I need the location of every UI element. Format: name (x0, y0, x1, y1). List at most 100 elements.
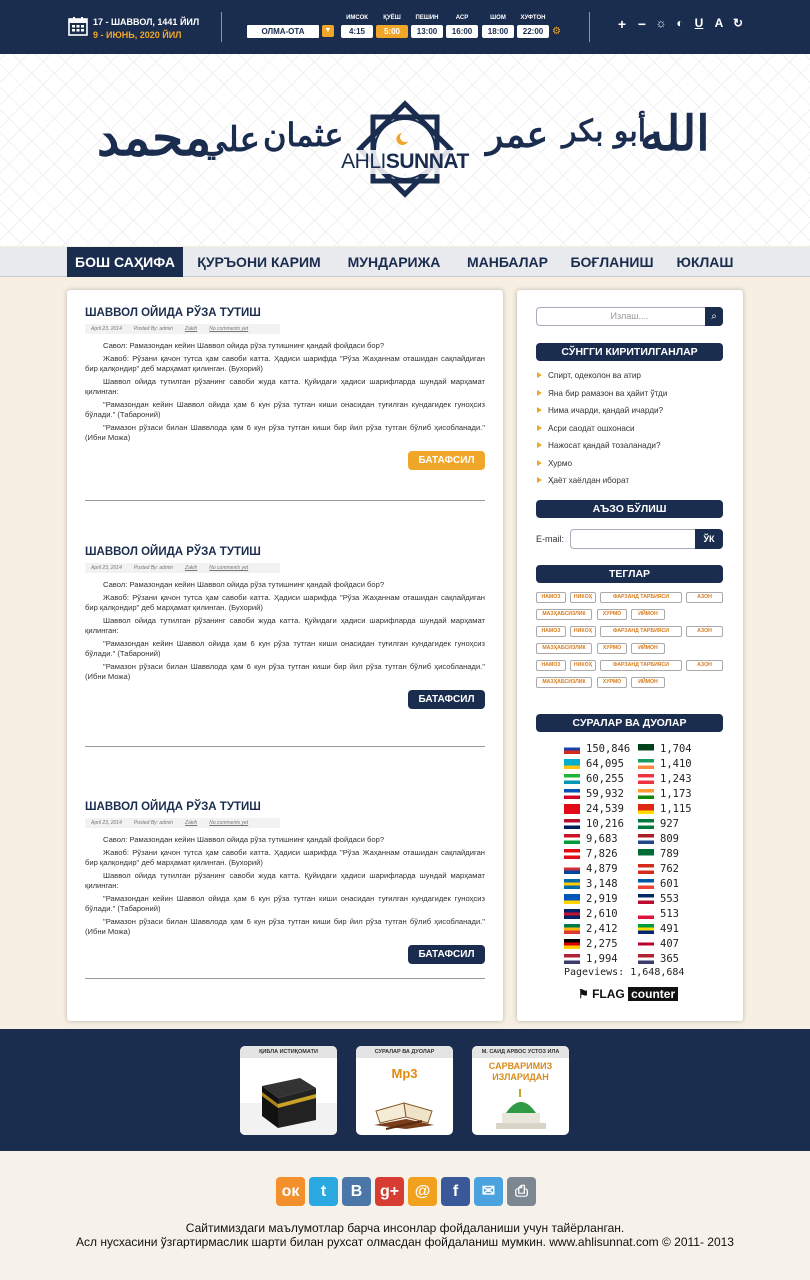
tag-link[interactable]: АЗОН (686, 592, 723, 603)
post-title[interactable]: ШАВВОЛ ОЙИДА РЎЗА ТУТИШ (85, 546, 485, 558)
tag-link[interactable]: МАЗҲАБСИЗЛИК (536, 609, 592, 620)
recent-item[interactable]: Яна бир рамазон ва ҳайит ўтди (536, 388, 726, 406)
main-nav: БОШ САҲИФА ҚУРЪОНИ КАРИМ МУНДАРИЖА МАНБА… (0, 247, 810, 277)
tag-link[interactable]: НИКОҲ (570, 660, 596, 671)
mp3-label: Mp3 (391, 1066, 418, 1081)
flag-count: 1,243 (660, 773, 692, 785)
recent-item[interactable]: Асри саодат ошхонаси (536, 423, 726, 441)
tag-link[interactable]: НАМОЗ (536, 626, 566, 637)
country-flag-icon (638, 744, 654, 754)
post-category[interactable]: Zakih (185, 818, 197, 828)
facebook-icon[interactable]: f (441, 1177, 470, 1206)
email-field[interactable] (570, 529, 696, 549)
subscribe-button[interactable]: ЎК (695, 529, 723, 549)
zoom-in-icon[interactable]: + (614, 16, 630, 32)
flag-row: 553 (564, 893, 714, 906)
post-category[interactable]: Zakih (185, 563, 197, 573)
prayer-isha: ХУФТОН 22:00 (517, 15, 549, 38)
mail-icon[interactable]: @ (408, 1177, 437, 1206)
reset-icon[interactable]: ↻ (730, 16, 746, 30)
odnoklassniki-icon[interactable]: ок (276, 1177, 305, 1206)
brightness-icon[interactable]: ☼ (653, 16, 669, 30)
search-input[interactable]: Излаш.... (536, 307, 723, 326)
recent-item[interactable]: Нажосат қандай тозаланади? (536, 440, 726, 458)
flag-row: 601 (564, 878, 714, 891)
mp3-box[interactable]: СУРАЛАР ВА ДУОЛАР Mp3 (356, 1046, 453, 1135)
nav-sources[interactable]: МАНБАЛАР (460, 247, 555, 277)
recent-item[interactable]: Спирт, одеколон ва атир (536, 370, 726, 388)
post-date: April 23, 2014 (91, 820, 122, 826)
recent-item[interactable]: Хурмо (536, 458, 726, 476)
recent-item[interactable]: Ҳаёт хаёлдан иборат (536, 475, 726, 493)
calligraphy-abubakr: أبو بكر (562, 114, 647, 149)
tag-link[interactable]: ФАРЗАНД ТАРБИЯСИ (600, 592, 682, 603)
tag-link[interactable]: НИКОҲ (570, 592, 596, 603)
read-more-button[interactable]: БАТАФСИЛ (408, 451, 485, 470)
pageviews: Pageviews: 1,648,684 (564, 967, 684, 978)
tag-link[interactable]: ФАРЗАНД ТАРБИЯСИ (600, 626, 682, 637)
print-icon[interactable]: ⎙ (507, 1177, 536, 1206)
post-date: April 23, 2014 (91, 565, 122, 571)
contrast-icon[interactable]: ◐ (672, 16, 688, 30)
tag-link[interactable]: ХУРМО (597, 643, 627, 654)
post-title[interactable]: ШАВВОЛ ОЙИДА РЎЗА ТУТИШ (85, 307, 485, 319)
zoom-out-icon[interactable]: − (634, 16, 650, 32)
search-icon[interactable]: ⌕ (705, 307, 723, 326)
tag-link[interactable]: НАМОЗ (536, 660, 566, 671)
read-more-button[interactable]: БАТАФСИЛ (408, 945, 485, 964)
tag-link[interactable]: ФАРЗАНД ТАРБИЯСИ (600, 660, 682, 671)
box-title: М. САИД АРВОС УСТОЗ ИЛА (472, 1046, 569, 1058)
flag-count: 601 (660, 878, 679, 890)
divider (85, 746, 485, 747)
prayer-imsak: ИМСОК 4:15 (341, 15, 373, 38)
prayer-name: ШОМ (490, 15, 506, 21)
tag-link[interactable]: НИКОҲ (570, 626, 596, 637)
prayer-name: ХУФТОН (520, 15, 546, 21)
twitter-icon[interactable]: t (309, 1177, 338, 1206)
tag-link[interactable]: МАЗҲАБСИЗЛИК (536, 677, 592, 688)
tag-link[interactable]: НАМОЗ (536, 592, 566, 603)
nav-contents[interactable]: МУНДАРИЖА (340, 247, 448, 277)
post-comments[interactable]: No comments yet (209, 324, 248, 334)
sidebar: Излаш.... ⌕ СЎНГГИ КИРИТИЛГАНЛАР Спирт, … (517, 290, 743, 1021)
nav-quran[interactable]: ҚУРЪОНИ КАРИМ (188, 247, 330, 277)
post-comments[interactable]: No comments yet (209, 563, 248, 573)
tag-link[interactable]: ХУРМО (597, 609, 627, 620)
post-category[interactable]: Zakih (185, 324, 197, 334)
flag-counter-logo[interactable]: ⚑ FLAG counter (578, 987, 679, 1004)
post-body: Савол: Рамазондан кейин Шаввол ойида рўз… (85, 341, 485, 443)
google-plus-icon[interactable]: g+ (375, 1177, 404, 1206)
tag-link[interactable]: АЗОН (686, 626, 723, 637)
tag-link[interactable]: АЗОН (686, 660, 723, 671)
font-size-icon[interactable]: A (711, 16, 727, 30)
tag-link[interactable]: МАЗҲАБСИЗЛИК (536, 643, 592, 654)
country-flag-icon (638, 954, 654, 964)
gear-icon[interactable]: ⚙ (552, 26, 561, 37)
flag-count: 1,115 (660, 803, 692, 815)
nav-contact[interactable]: БОҒЛАНИШ (565, 247, 659, 277)
nav-download[interactable]: ЮКЛАШ (669, 247, 741, 277)
post-comments[interactable]: No comments yet (209, 818, 248, 828)
book-box[interactable]: М. САИД АРВОС УСТОЗ ИЛА САРВАРИМИЗ ИЗЛАРИ… (472, 1046, 569, 1135)
post: ШАВВОЛ ОЙИДА РЎЗА ТУТИШ April 23, 2014 Po… (85, 546, 485, 685)
nav-home[interactable]: БОШ САҲИФА (67, 247, 183, 277)
tag-link[interactable]: ХУРМО (597, 677, 627, 688)
tag-link[interactable]: ИЙМОН (631, 643, 665, 654)
email-icon[interactable]: ✉ (474, 1177, 503, 1206)
post-author: Posted By: admin (133, 326, 174, 332)
calligraphy-ali: علي (200, 120, 260, 160)
underline-icon[interactable]: U (691, 16, 707, 30)
recent-item[interactable]: Нима ичарди, қандай ичарди? (536, 405, 726, 423)
vk-icon[interactable]: B (342, 1177, 371, 1206)
tag-link[interactable]: ИЙМОН (631, 609, 665, 620)
calligraphy-uthman: عثمان (263, 116, 344, 154)
prayer-asr: АСР 16:00 (446, 15, 478, 38)
city-select[interactable]: ОЛМА-ОТА (247, 25, 319, 38)
post-paragraph: "Рамазон рўзаси билан Шаввлода ҳам 6 кун… (85, 662, 485, 681)
country-flag-icon (638, 879, 654, 889)
read-more-button[interactable]: БАТАФСИЛ (408, 690, 485, 709)
post-title[interactable]: ШАВВОЛ ОЙИДА РЎЗА ТУТИШ (85, 801, 485, 813)
chevron-down-icon[interactable]: ▼ (322, 25, 334, 37)
tag-link[interactable]: ИЙМОН (631, 677, 665, 688)
qibla-box[interactable]: ҚИБЛА ИСТИҚОМАТИ (240, 1046, 337, 1135)
